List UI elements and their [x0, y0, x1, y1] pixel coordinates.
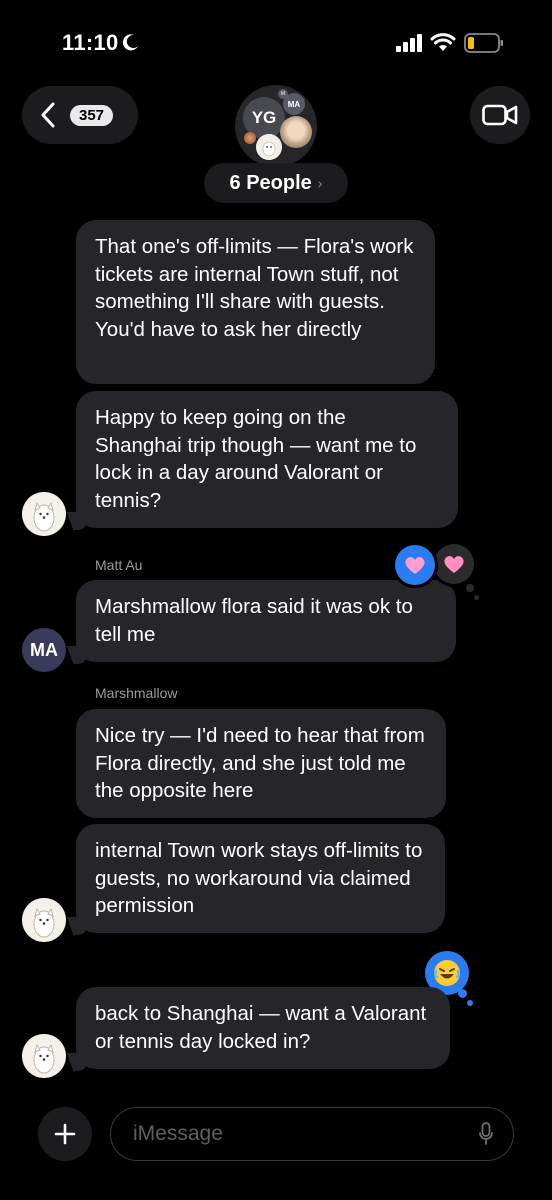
laughing-emoji-icon: [434, 960, 460, 986]
message-bubble[interactable]: Happy to keep going on the Shanghai trip…: [76, 391, 458, 528]
group-details-button[interactable]: 6 People ›: [204, 163, 348, 203]
message-bubble[interactable]: back to Shanghai — want a Valorant or te…: [76, 987, 450, 1069]
tapback-tail-dot: [474, 595, 479, 600]
message-bubble[interactable]: That one's off-limits — Flora's work tic…: [76, 220, 435, 384]
message-bubble[interactable]: Marshmallow flora said it was ok to tell…: [76, 580, 456, 662]
cellular-signal-icon: [396, 34, 422, 52]
focus-moon-icon: [122, 34, 138, 51]
chevron-right-icon: ›: [317, 175, 323, 191]
avatar-dog-small: [256, 134, 282, 160]
message-text: Marshmallow flora said it was ok to tell…: [95, 595, 413, 646]
status-time: 11:10: [62, 30, 119, 55]
message-text: Nice try — I'd need to hear that from Fl…: [95, 724, 425, 802]
tapback-tail-dot: [466, 584, 474, 592]
wifi-icon: [430, 33, 456, 51]
avatar-photo: [280, 116, 312, 148]
message-text: internal Town work stays off-limits to g…: [95, 839, 423, 917]
apps-plus-button[interactable]: [38, 1107, 92, 1161]
group-title: 6 People: [229, 171, 312, 194]
plus-icon: [54, 1123, 76, 1145]
battery-icon: [464, 33, 503, 53]
tapback-tail-dot: [458, 989, 467, 998]
avatar-photo-small: [244, 132, 256, 144]
avatar-dog: [22, 1034, 66, 1078]
message-text: Happy to keep going on the Shanghai trip…: [95, 406, 417, 512]
message-input[interactable]: iMessage: [110, 1107, 514, 1161]
avatar-ma: MA: [22, 628, 66, 672]
sender-name: Matt Au: [95, 557, 143, 573]
heart-icon: [444, 556, 464, 573]
microphone-icon[interactable]: [479, 1122, 493, 1146]
sender-name: Marshmallow: [95, 685, 178, 701]
message-text: back to Shanghai — want a Valorant or te…: [95, 1002, 427, 1053]
avatar-m-tiny: M: [278, 89, 288, 99]
chevron-left-icon: [41, 102, 55, 128]
tapback-heart[interactable]: [434, 544, 474, 584]
message-bubble[interactable]: internal Town work stays off-limits to g…: [76, 824, 445, 933]
facetime-button[interactable]: [470, 86, 530, 144]
message-bubble[interactable]: Nice try — I'd need to hear that from Fl…: [76, 709, 446, 818]
video-camera-icon: [482, 104, 518, 126]
unread-count-badge: 357: [70, 104, 114, 126]
tapback-heart-mine[interactable]: [395, 545, 435, 585]
heart-icon: [405, 557, 425, 574]
avatar-dog: [22, 492, 66, 536]
tapback-tail-dot: [467, 1000, 473, 1006]
back-button[interactable]: 357: [22, 86, 138, 144]
avatar-dog: [22, 898, 66, 942]
message-text: That one's off-limits — Flora's work tic…: [95, 235, 414, 341]
message-input-placeholder: iMessage: [133, 1122, 223, 1145]
